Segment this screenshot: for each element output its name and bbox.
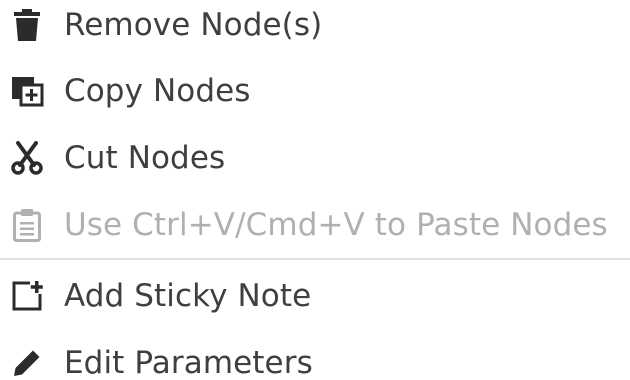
pencil-icon (9, 345, 45, 380)
menu-item-add-sticky-note[interactable]: Add Sticky Note (0, 268, 630, 324)
menu-item-paste-nodes: Use Ctrl+V/Cmd+V to Paste Nodes (0, 197, 630, 253)
copy-icon (9, 73, 45, 109)
context-menu: Remove Node(s) Copy Nodes Cut Nodes Use … (0, 0, 630, 380)
menu-item-label: Remove Node(s) (64, 7, 323, 43)
menu-item-label: Cut Nodes (64, 140, 226, 176)
menu-item-cut-nodes[interactable]: Cut Nodes (0, 130, 630, 186)
menu-item-remove-nodes[interactable]: Remove Node(s) (0, 0, 630, 53)
clipboard-icon (9, 207, 45, 243)
trash-icon (9, 7, 45, 43)
menu-item-copy-nodes[interactable]: Copy Nodes (0, 63, 630, 119)
menu-item-edit-parameters[interactable]: Edit Parameters (0, 335, 630, 380)
menu-item-label: Add Sticky Note (64, 278, 312, 314)
menu-divider (0, 258, 630, 260)
menu-item-label: Copy Nodes (64, 73, 251, 109)
menu-item-label: Use Ctrl+V/Cmd+V to Paste Nodes (64, 207, 608, 243)
menu-item-label: Edit Parameters (64, 345, 313, 380)
sticky-note-icon (9, 278, 45, 314)
scissors-icon (9, 140, 45, 176)
